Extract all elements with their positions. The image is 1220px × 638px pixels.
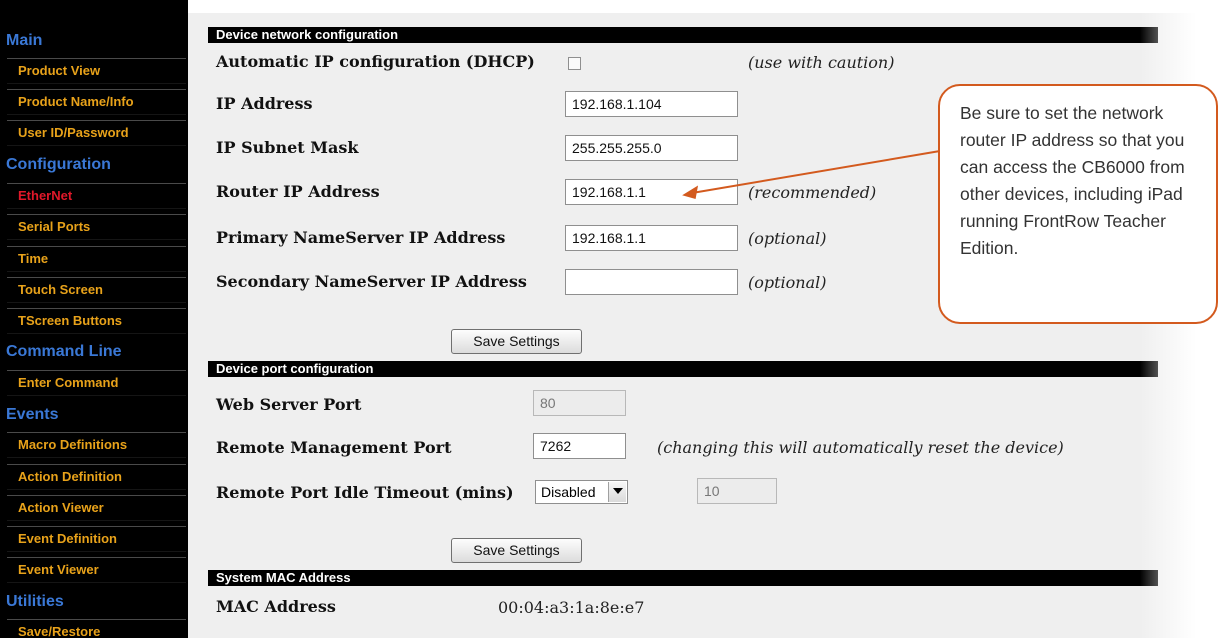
callout-text: Be sure to set the network router IP add… <box>960 103 1185 258</box>
callout-box: Be sure to set the network router IP add… <box>938 84 1218 324</box>
